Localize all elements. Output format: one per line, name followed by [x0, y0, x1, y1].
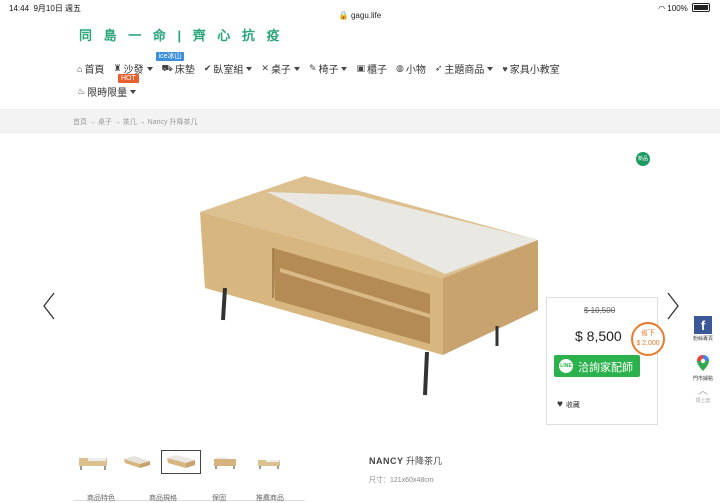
chevron-down-icon: [293, 66, 300, 71]
breadcrumb-bar: 首頁 → 桌子 → 茶几 → Nancy 升降茶几: [0, 109, 720, 133]
chevron-down-icon: [487, 66, 494, 71]
chevron-left-icon: [43, 292, 55, 320]
chevron-down-icon: [130, 89, 137, 94]
thumbnail[interactable]: [205, 450, 245, 474]
status-right: ◠ 100%: [658, 3, 710, 13]
status-bar: 14:44 9月10日 週五 🔒 gagu.life ◠ 100%: [0, 0, 720, 24]
next-image-button[interactable]: [666, 291, 680, 321]
map-pin-icon: [697, 355, 709, 371]
facebook-icon: f: [694, 316, 712, 334]
sofa-icon: ♜: [113, 63, 122, 73]
url-bar[interactable]: 🔒 gagu.life: [0, 11, 720, 20]
thumbnail-strip: [73, 450, 289, 474]
battery-percent: 100%: [667, 4, 688, 13]
fire-icon: ♨: [77, 86, 86, 96]
back-to-top-button[interactable]: ︿ 頂上去: [686, 387, 720, 421]
tab-warranty[interactable]: 保固: [212, 493, 226, 503]
nav-item-home[interactable]: ⌂ 首頁: [77, 61, 104, 77]
breadcrumb[interactable]: 首頁 → 桌子 → 茶几 → Nancy 升降茶几: [73, 117, 197, 127]
leaf-icon: ✎: [308, 63, 317, 73]
thumbnail[interactable]: [73, 450, 113, 474]
chevron-right-icon: [667, 292, 679, 320]
line-consult-button[interactable]: LINE 洽詢家配師: [554, 355, 640, 377]
product-size: 尺寸：121x60x48cm: [369, 477, 434, 484]
basket-icon: ▣: [356, 63, 365, 73]
new-badge: 新品: [636, 152, 650, 166]
thumbnail[interactable]: [117, 450, 157, 474]
prev-image-button[interactable]: [42, 291, 56, 321]
hot-badge: HOT: [118, 74, 139, 83]
sale-price: $ 8,500: [575, 328, 622, 344]
thumbnail[interactable]: [249, 450, 289, 474]
heart-icon: ♥: [557, 399, 563, 410]
rocket-icon: ➶: [434, 63, 443, 73]
side-toolbar: f 粉絲專頁 門市據點 ︿ 頂上去: [686, 312, 720, 421]
product-name: NANCY 升降茶几: [369, 456, 443, 466]
price-panel: $ 10,500 $ 8,500 LINE 洽詢家配師 ♥ 收藏: [546, 297, 658, 425]
facebook-page-button[interactable]: f 粉絲專頁: [686, 316, 720, 350]
nav-item-limited[interactable]: HOT ♨ 限時限量: [77, 74, 139, 99]
nav-item-cabinets[interactable]: ▣ 櫃子: [356, 61, 387, 76]
thumbnail-selected[interactable]: [161, 450, 201, 474]
nav-item-tables[interactable]: ✕ 桌子: [261, 61, 300, 76]
bed-icon: ⛟: [161, 62, 173, 73]
chevron-down-icon: [341, 66, 348, 71]
site-slogan[interactable]: 同 島 一 命 | 齊 心 抗 疫: [79, 25, 284, 44]
line-icon: LINE: [559, 359, 573, 373]
nav-item-classroom[interactable]: ♥ 家具小教室: [502, 61, 559, 77]
product-image: [200, 176, 538, 396]
chevron-down-icon: [246, 66, 253, 71]
battery-icon: [692, 3, 710, 12]
nav-item-themes[interactable]: ➶ 主題商品: [435, 61, 494, 76]
savings-badge: 省下 $ 2,000: [631, 322, 665, 356]
home-icon: ⌂: [77, 63, 83, 74]
nav-item-bedroom[interactable]: ✔ 臥室組: [204, 61, 253, 76]
bulb-icon: ◍: [396, 63, 404, 73]
chevron-down-icon: [146, 66, 153, 71]
tab-recommended[interactable]: 推薦商品: [256, 493, 284, 503]
check-circle-icon: ✔: [203, 63, 212, 73]
nav-item-mattress[interactable]: ice冰山 ⛟ 床墊: [155, 52, 195, 76]
tab-specs[interactable]: 商品規格: [149, 493, 177, 503]
original-price: $ 10,500: [584, 306, 616, 315]
tools-icon: ✕: [261, 63, 269, 73]
tab-features[interactable]: 商品特色: [87, 493, 115, 503]
main-nav: ⌂ 首頁 ♜ 沙發 ice冰山 ⛟ 床墊 ✔ 臥室組 ✕ 桌子 ✎ 椅子 ▣ 櫃子 ◍ 小物 ➶ 主…: [77, 52, 637, 99]
chevron-up-icon: ︿: [698, 386, 708, 397]
nav-item-small-items[interactable]: ◍ 小物: [396, 61, 426, 76]
ice-badge: ice冰山: [155, 52, 185, 61]
favorite-button[interactable]: ♥ 收藏: [557, 399, 580, 410]
heart-icon: ♥: [502, 63, 508, 74]
wifi-icon: ◠: [658, 4, 666, 13]
nav-item-chairs[interactable]: ✎ 椅子: [309, 61, 348, 76]
store-locations-button[interactable]: 門市據點: [686, 350, 720, 384]
